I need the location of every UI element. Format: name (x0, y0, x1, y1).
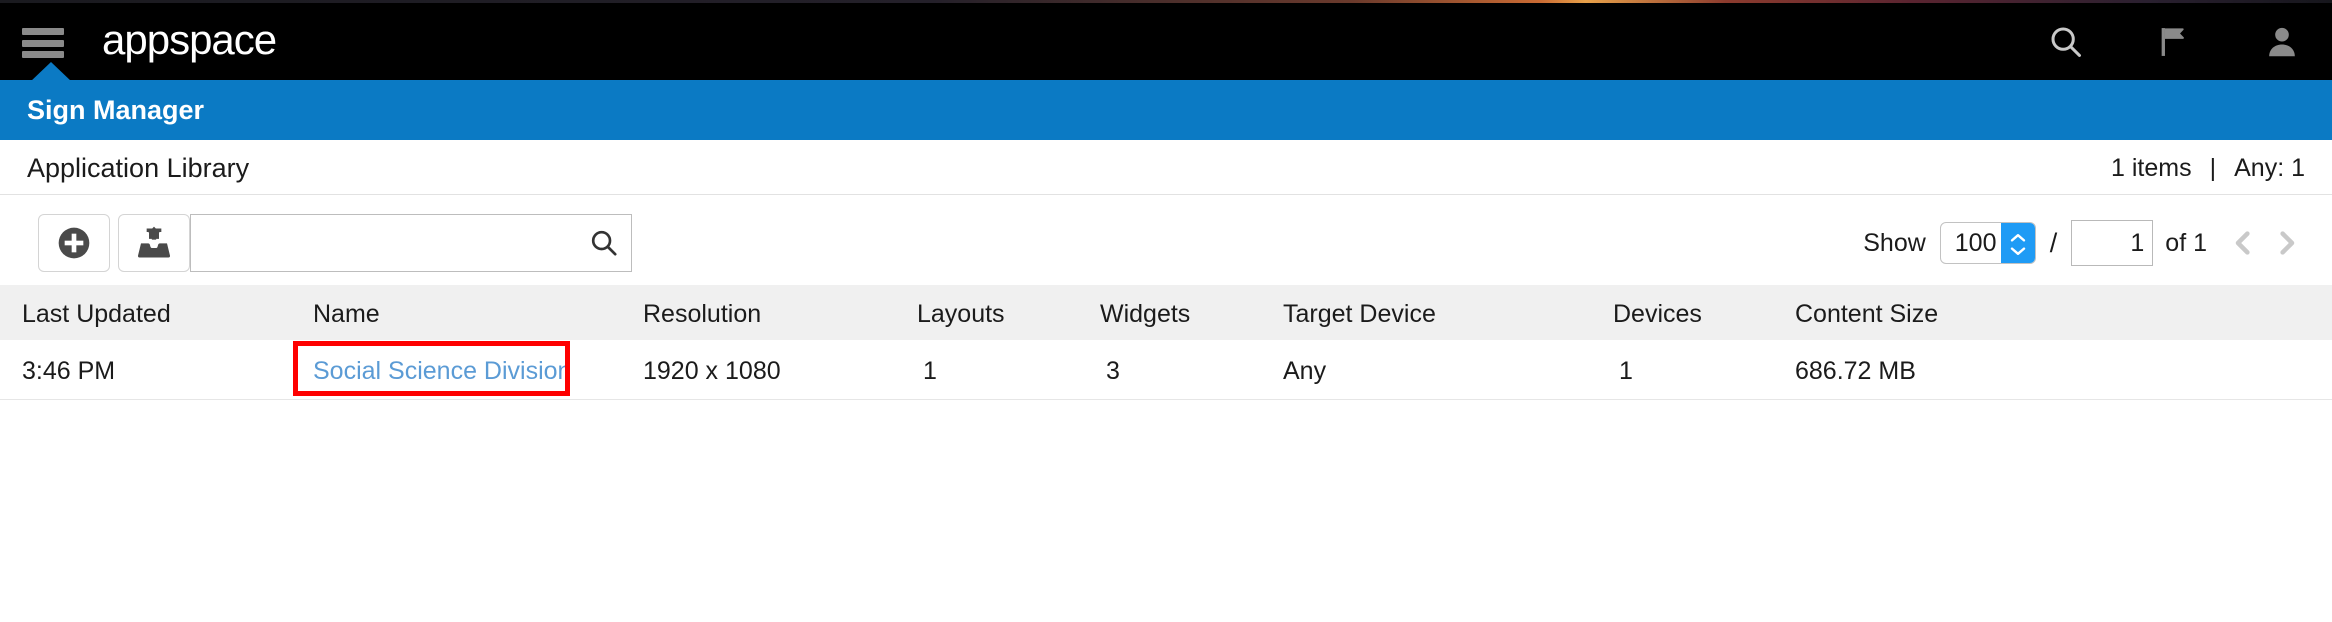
add-icon (58, 227, 90, 259)
page-title: Application Library (27, 153, 250, 183)
chevron-up-icon (2010, 233, 2025, 242)
chevron-right-icon (2280, 231, 2295, 255)
previous-page-button[interactable] (2225, 225, 2261, 261)
search-icon[interactable] (587, 226, 621, 260)
page-size-value: 100 (1954, 228, 1997, 257)
cell-resolution: 1920 x 1080 (643, 357, 781, 385)
section-bar: Sign Manager (0, 80, 2332, 140)
column-header-layouts[interactable]: Layouts (917, 300, 1005, 329)
top-navigation-bar: appspace (0, 3, 2332, 80)
upload-application-button[interactable] (118, 214, 190, 272)
total-pages-label: of 1 (2165, 228, 2207, 257)
cell-layouts: 1 (923, 357, 937, 385)
hamburger-bar (22, 39, 64, 47)
items-count: 1 items (2111, 154, 2192, 182)
column-header-widgets[interactable]: Widgets (1100, 300, 1190, 329)
table-empty-area (0, 401, 2332, 622)
flag-icon[interactable] (2154, 22, 2194, 62)
column-header-target-device[interactable]: Target Device (1283, 300, 1436, 329)
library-header: Application Library 1 items | Any: 1 (0, 140, 2332, 195)
topbar-icon-group (2046, 3, 2302, 80)
section-title: Sign Manager (27, 95, 205, 125)
library-counts: 1 items | Any: 1 (2111, 154, 2305, 183)
add-application-button[interactable] (38, 214, 110, 272)
table-row[interactable]: 3:46 PM Social Science Division 1920 x 1… (0, 340, 2332, 400)
cell-target-device: Any (1283, 357, 1327, 385)
page-nav-arrows (2225, 225, 2305, 261)
column-header-resolution[interactable]: Resolution (643, 300, 761, 329)
chevron-down-icon (2010, 246, 2025, 255)
column-header-last-updated[interactable]: Last Updated (22, 300, 171, 329)
page-size-stepper[interactable] (2000, 223, 2035, 263)
search-field-wrapper (190, 214, 632, 272)
search-icon[interactable] (2046, 22, 2086, 62)
table-header-row: Last Updated Name Resolution Layouts Wid… (0, 285, 2332, 340)
page-size-select[interactable]: 100 (1939, 222, 2036, 264)
app-window: appspace Sign Manager Application Librar… (0, 0, 2332, 622)
app-brand-logo[interactable]: appspace (102, 16, 277, 64)
cell-name-link[interactable]: Social Science Division (313, 357, 571, 386)
cell-last-updated: 3:46 PM (22, 357, 116, 385)
user-account-icon[interactable] (2262, 22, 2302, 62)
pagination-controls: Show 100 / of 1 (1863, 214, 2305, 272)
cell-widgets: 3 (1106, 357, 1120, 385)
pager-slash: / (2049, 227, 2058, 258)
hamburger-bar (22, 51, 64, 58)
upload-tray-icon (137, 226, 171, 258)
hamburger-bar (22, 28, 64, 35)
search-input[interactable] (191, 215, 577, 271)
column-header-devices[interactable]: Devices (1613, 300, 1702, 329)
current-page-input[interactable] (2071, 220, 2154, 266)
hamburger-menu-icon[interactable] (22, 28, 64, 58)
any-count: Any: 1 (2234, 154, 2305, 182)
next-page-button[interactable] (2269, 225, 2305, 261)
show-label: Show (1863, 228, 1926, 257)
cell-content-size: 686.72 MB (1795, 357, 1916, 385)
column-header-content-size[interactable]: Content Size (1795, 300, 1938, 329)
cell-devices: 1 (1619, 357, 1633, 385)
chevron-left-icon (2235, 231, 2250, 255)
column-header-name[interactable]: Name (313, 300, 380, 329)
count-separator: | (2209, 154, 2217, 182)
section-bar-caret (30, 62, 72, 82)
